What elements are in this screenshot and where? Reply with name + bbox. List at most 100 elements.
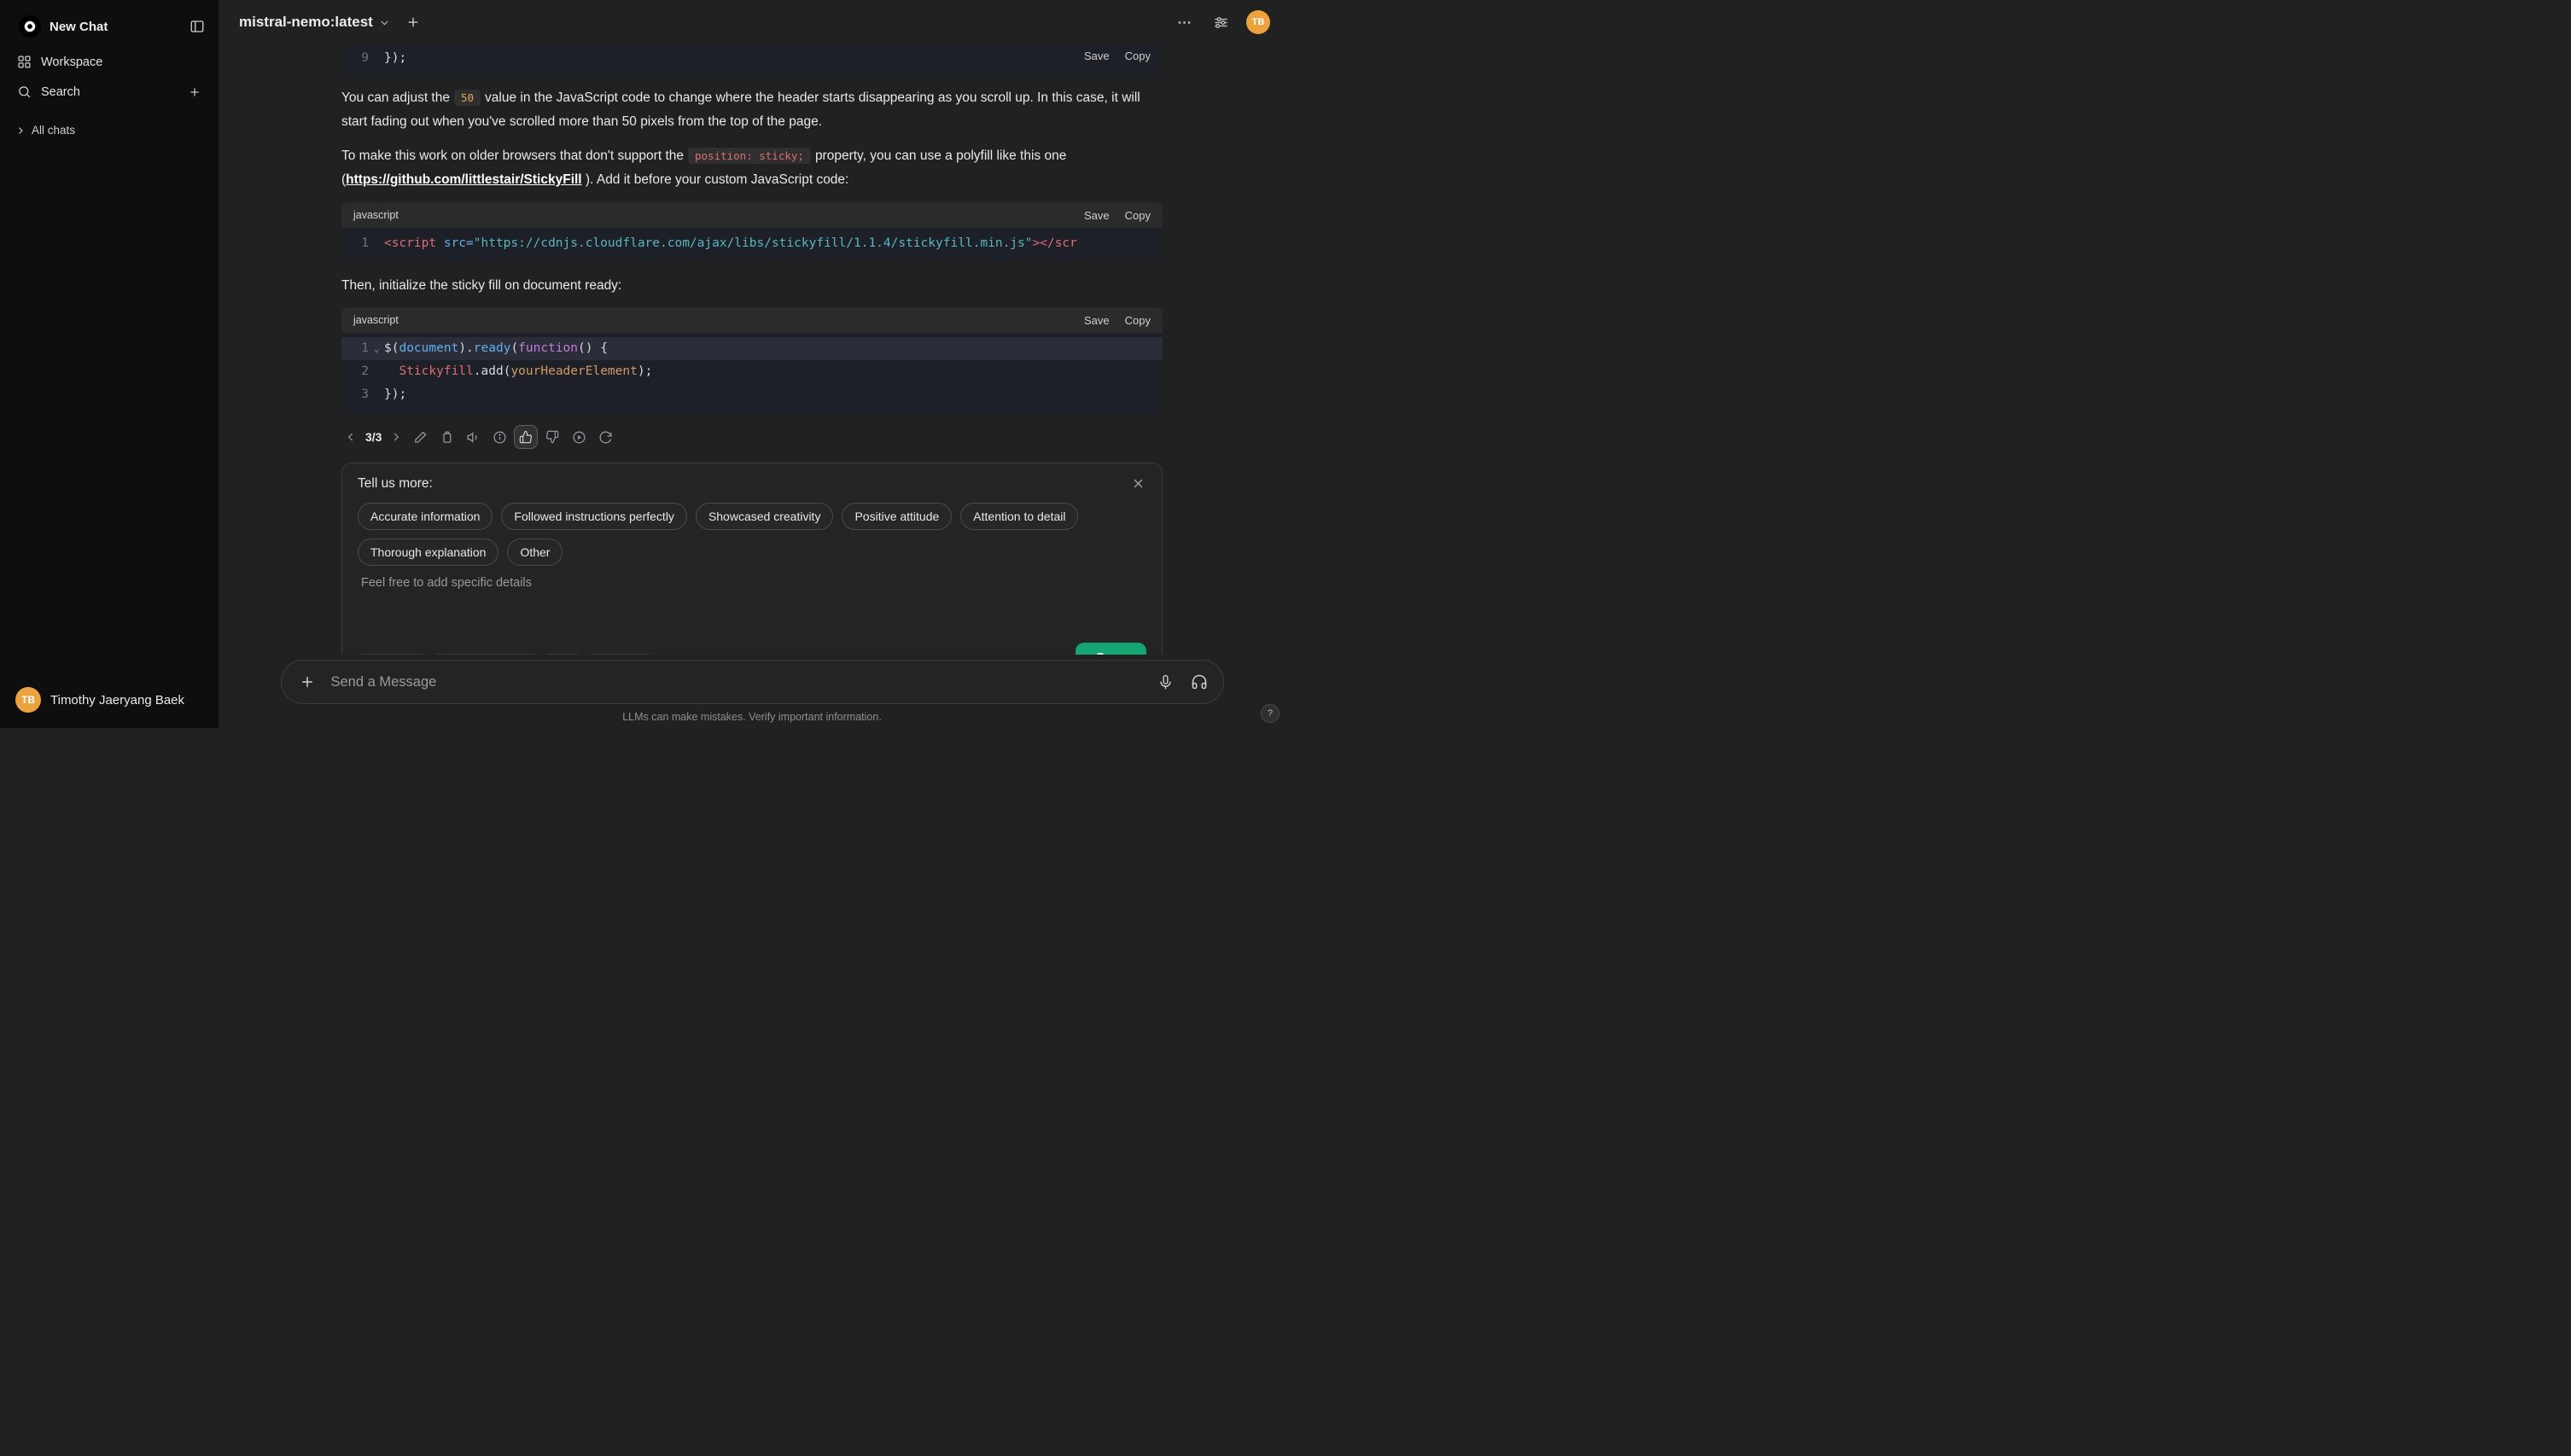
edit-button[interactable] — [408, 425, 432, 449]
code-actions: Save Copy — [1084, 209, 1151, 222]
code-block-script-tag: javascript Save Copy 1 <script src="https… — [341, 202, 1163, 261]
paragraph: You can adjust the 50 value in the JavaScr… — [341, 86, 1163, 134]
paragraph-text: ). Add it before your custom JavaScript … — [581, 172, 849, 187]
model-selector[interactable]: mistral-nemo:latest — [232, 9, 397, 36]
code-line: 2 Stickyfill.add(yourHeaderElement); — [361, 364, 653, 378]
feedback-option-accurate-information[interactable]: Accurate information — [358, 503, 493, 530]
paragraph-text: You can adjust the — [341, 90, 450, 105]
feedback-title: Tell us more: — [358, 475, 433, 491]
main-panel: mistral-nemo:latest TB Save Copy 9}); Y… — [219, 0, 1286, 728]
feedback-header: Tell us more: — [358, 475, 1146, 492]
top-bar: mistral-nemo:latest TB — [219, 0, 1286, 44]
code-block-document-ready: javascript Save Copy 1 ⌄ $(document).ready… — [341, 307, 1163, 414]
feedback-save-button[interactable]: Save — [1075, 643, 1146, 655]
code-content: 1 <script src="https://cdnjs.cloudflare.c… — [341, 228, 1163, 261]
feedback-footer: Technology Web Development CSS JavaScrip… — [358, 643, 1146, 655]
chevron-down-icon — [379, 17, 390, 28]
app-window: New Chat Workspace Search All chats TB T… — [0, 0, 1286, 728]
previous-response-button[interactable] — [341, 428, 360, 446]
code-actions: Save Copy — [1084, 50, 1151, 62]
top-bar-right: TB — [1173, 10, 1270, 34]
response-position: 3/3 — [365, 430, 382, 444]
sidebar-item-search[interactable]: Search — [9, 78, 210, 106]
search-icon — [17, 84, 32, 99]
paragraph: Then, initialize the sticky fill on docu… — [341, 278, 622, 293]
chevron-right-icon — [15, 125, 26, 136]
code-content: 1 ⌄ $(document).ready(function() { 2 Sticky… — [341, 333, 1163, 414]
sidebar-item-workspace[interactable]: Workspace — [9, 48, 210, 76]
code-block-header: javascript Save Copy — [341, 307, 1163, 333]
paragraph: To make this work on older browsers that… — [341, 144, 1163, 192]
sidebar: New Chat Workspace Search All chats TB T… — [0, 0, 219, 728]
thumbs-down-button[interactable] — [540, 425, 564, 449]
info-button[interactable] — [487, 425, 511, 449]
more-options-icon[interactable] — [1173, 11, 1196, 34]
code-copy-button[interactable]: Copy — [1125, 209, 1151, 222]
feedback-options: Accurate information Followed instructio… — [358, 503, 1146, 566]
close-icon[interactable] — [1130, 475, 1146, 492]
help-button[interactable]: ? — [1261, 704, 1280, 723]
sidebar-top-row: New Chat — [9, 7, 210, 46]
code-content: 9}); — [341, 44, 1163, 76]
code-fold-icon[interactable]: ⌄ — [369, 337, 384, 360]
message-actions: 3/3 — [341, 425, 1163, 449]
feedback-option-showcased-creativity[interactable]: Showcased creativity — [695, 503, 834, 530]
new-chat-button[interactable]: New Chat — [12, 10, 114, 43]
user-menu-button[interactable]: TB Timothy Jaeryang Baek — [9, 680, 210, 719]
sidebar-plus-icon[interactable] — [188, 85, 201, 99]
code-line: 1 <script src="https://cdnjs.cloudflare.c… — [361, 236, 1077, 250]
all-chats-label: All chats — [32, 124, 76, 137]
code-line: 3}); — [361, 387, 407, 401]
chat-scroll-area[interactable]: Save Copy 9}); You can adjust the 50 value… — [219, 44, 1286, 655]
code-copy-button[interactable]: Copy — [1125, 314, 1151, 327]
sidebar-item-label: Search — [41, 84, 80, 99]
code-save-button[interactable]: Save — [1084, 314, 1110, 327]
disclaimer: LLMs can make mistakes. Verify important… — [622, 711, 882, 723]
new-chat-plus-icon[interactable] — [405, 15, 421, 30]
sidebar-item-label: Workspace — [41, 55, 103, 69]
new-chat-label: New Chat — [50, 19, 108, 34]
next-response-button[interactable] — [387, 428, 405, 446]
feedback-option-attention-to-detail[interactable]: Attention to detail — [960, 503, 1079, 530]
header-avatar[interactable]: TB — [1246, 10, 1270, 34]
feedback-option-thorough-explanation[interactable]: Thorough explanation — [358, 539, 499, 566]
app-logo-icon — [19, 15, 41, 38]
attach-plus-icon[interactable] — [295, 670, 319, 694]
user-avatar: TB — [15, 687, 41, 713]
code-save-button[interactable]: Save — [1084, 209, 1110, 222]
code-line: 9}); — [361, 51, 407, 65]
thumbs-up-button[interactable] — [514, 425, 539, 449]
code-block-partial: Save Copy 9}); — [341, 44, 1163, 76]
sidebar-toggle-icon[interactable] — [186, 15, 208, 38]
code-language-label: javascript — [353, 209, 399, 221]
model-name: mistral-nemo:latest — [239, 14, 373, 30]
code-block-header: javascript Save Copy — [341, 202, 1163, 228]
feedback-option-other[interactable]: Other — [507, 539, 563, 566]
code-line: 1 ⌄ $(document).ready(function() { — [341, 337, 1163, 360]
sidebar-section-all-chats[interactable]: All chats — [9, 118, 210, 143]
feedback-option-followed-instructions[interactable]: Followed instructions perfectly — [501, 503, 687, 530]
user-name: Timothy Jaeryang Baek — [50, 692, 185, 708]
code-language-label: javascript — [353, 314, 399, 326]
composer-area — [219, 655, 1286, 706]
feedback-comment-input[interactable] — [358, 576, 1146, 643]
code-copy-button[interactable]: Copy — [1125, 50, 1151, 62]
regenerate-button[interactable] — [593, 425, 617, 449]
headphones-icon[interactable] — [1187, 670, 1211, 694]
message-composer — [280, 660, 1224, 704]
stickyfill-link[interactable]: https://github.com/littlestair/StickyFil… — [346, 172, 581, 187]
read-aloud-button[interactable] — [461, 425, 485, 449]
code-save-button[interactable]: Save — [1084, 50, 1110, 62]
message-input[interactable] — [329, 673, 1144, 691]
copy-button[interactable] — [434, 425, 458, 449]
controls-sliders-icon[interactable] — [1210, 11, 1233, 34]
assistant-message: Save Copy 9}); You can adjust the 50 value… — [341, 44, 1163, 655]
inline-code-chip: position: sticky; — [688, 148, 811, 164]
feedback-option-positive-attitude[interactable]: Positive attitude — [842, 503, 953, 530]
feedback-panel: Tell us more: Accurate information Follo… — [341, 463, 1163, 655]
workspace-icon — [17, 55, 32, 69]
microphone-icon[interactable] — [1154, 671, 1177, 694]
code-actions: Save Copy — [1084, 314, 1151, 327]
paragraph-text: To make this work on older browsers that… — [341, 149, 684, 163]
continue-response-button[interactable] — [567, 425, 591, 449]
